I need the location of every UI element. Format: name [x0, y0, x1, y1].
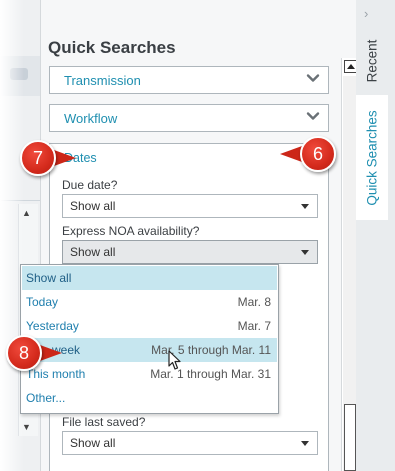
collapse-arrow-icon[interactable]: › [364, 6, 368, 21]
option-show-all[interactable]: Show all [22, 266, 277, 290]
chevron-down-icon [306, 74, 320, 82]
option-label: Other... [26, 391, 66, 405]
section-transmission[interactable]: Transmission [49, 66, 329, 94]
option-label: Today [26, 295, 59, 309]
callout-7: 7 [20, 140, 80, 176]
side-tab-strip: › Recent Quick Searches [356, 0, 395, 471]
option-detail: Mar. 7 [237, 319, 271, 333]
due-date-label: Due date? [62, 178, 118, 192]
file-last-saved-select[interactable]: Show all [62, 431, 318, 455]
section-label: Transmission [64, 73, 141, 88]
scroll-thumb[interactable] [344, 404, 356, 471]
section-workflow[interactable]: Workflow [49, 104, 329, 132]
file-last-saved-label: File last saved? [62, 415, 146, 429]
callout-number: 6 [300, 136, 336, 172]
callout-number: 7 [20, 140, 56, 176]
callout-pointer [40, 345, 62, 361]
callout-pointer [54, 150, 76, 166]
triangle-down-icon [301, 250, 309, 255]
option-today[interactable]: Today Mar. 8 [22, 290, 277, 314]
tab-quick-searches[interactable]: Quick Searches [356, 95, 388, 220]
section-label: Workflow [64, 111, 118, 126]
callout-8: 8 [6, 335, 68, 371]
option-label: Yesterday [26, 319, 79, 333]
tab-label: Recent [364, 39, 380, 83]
triangle-down-icon [301, 441, 309, 446]
chevron-down-icon [306, 112, 320, 120]
select-value: Show all [70, 436, 116, 450]
tab-recent[interactable]: Recent [356, 27, 388, 95]
mouse-pointer-icon [168, 350, 181, 370]
callout-number: 8 [6, 335, 42, 371]
option-other[interactable]: Other... [22, 386, 277, 410]
triangle-down-icon [301, 204, 309, 209]
express-noa-label: Express NOA availability? [62, 224, 200, 238]
option-detail: Mar. 8 [237, 295, 271, 309]
select-value: Show all [70, 245, 116, 259]
panel-scrollbar[interactable] [341, 58, 357, 471]
option-label: Show all [26, 271, 72, 285]
callout-pointer [280, 146, 302, 162]
express-noa-select[interactable]: Show all [62, 240, 318, 264]
select-value: Show all [70, 199, 116, 213]
panel-title: Quick Searches [48, 38, 176, 57]
due-date-select[interactable]: Show all [62, 194, 318, 218]
callout-6: 6 [280, 136, 340, 172]
tab-label: Quick Searches [364, 109, 380, 206]
